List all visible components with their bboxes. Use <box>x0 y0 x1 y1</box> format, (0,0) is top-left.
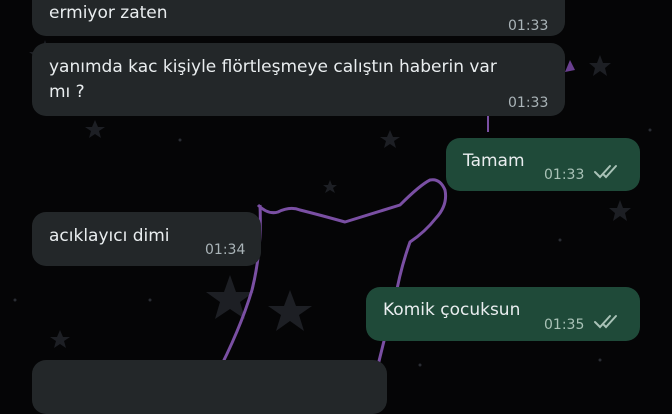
message-bubble-incoming[interactable]: acıklayıcı dimi 01:34 <box>32 212 261 266</box>
read-double-check-icon <box>594 315 617 329</box>
read-double-check-icon <box>594 165 617 179</box>
message-bubble-incoming[interactable]: yanımda kac kişiyle flörtleşmeye calıştı… <box>32 43 565 116</box>
message-bubble-outgoing[interactable]: Komik çocuksun 01:35 <box>366 287 640 341</box>
message-bubble-incoming[interactable] <box>32 360 387 414</box>
message-text: Komik çocuksun <box>383 300 521 320</box>
message-bubble-outgoing[interactable]: Tamam 01:33 <box>446 138 640 191</box>
message-text: Tamam <box>463 151 525 171</box>
message-text: ermiyor zaten <box>49 3 168 23</box>
message-time: 01:33 <box>508 95 549 111</box>
message-time: 01:35 <box>544 317 585 333</box>
message-time: 01:33 <box>544 167 585 183</box>
message-bubble-incoming[interactable]: ermiyor zaten 01:33 <box>32 0 565 36</box>
cat-outline <box>256 178 448 378</box>
message-text-line-2: mı ? <box>49 82 85 102</box>
message-time: 01:33 <box>508 18 549 34</box>
message-text: acıklayıcı dimi <box>49 226 170 246</box>
message-text-line-1: yanımda kac kişiyle flörtleşmeye calıştı… <box>49 57 497 77</box>
message-time: 01:34 <box>205 242 246 258</box>
